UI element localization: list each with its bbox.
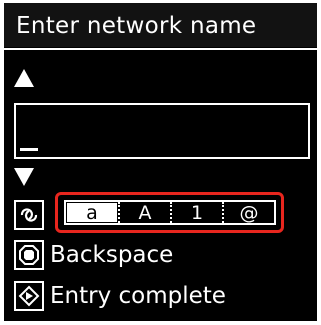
entry-complete-label: Entry complete	[50, 283, 226, 309]
mode-numeric[interactable]: 1	[170, 202, 222, 223]
rotate-arrows-icon[interactable]	[14, 200, 44, 230]
input-mode-selector[interactable]: a A 1 @	[64, 200, 276, 225]
printer-lcd-screen: Enter network name a A 1 @ Backspace Ent…	[4, 3, 317, 321]
page-title: Enter network name	[16, 13, 257, 39]
scroll-up-icon[interactable]	[14, 69, 34, 87]
mode-uppercase[interactable]: A	[118, 202, 170, 223]
mode-symbol[interactable]: @	[222, 202, 274, 223]
title-divider	[4, 48, 317, 50]
text-cursor	[20, 148, 38, 151]
stop-button-icon[interactable]	[14, 240, 44, 270]
start-diamond-icon[interactable]	[14, 281, 44, 311]
backspace-label: Backspace	[50, 242, 174, 268]
title-bar: Enter network name	[4, 3, 317, 47]
network-name-input[interactable]	[14, 103, 310, 159]
scroll-down-icon[interactable]	[14, 168, 34, 186]
mode-lowercase[interactable]: a	[67, 203, 117, 223]
